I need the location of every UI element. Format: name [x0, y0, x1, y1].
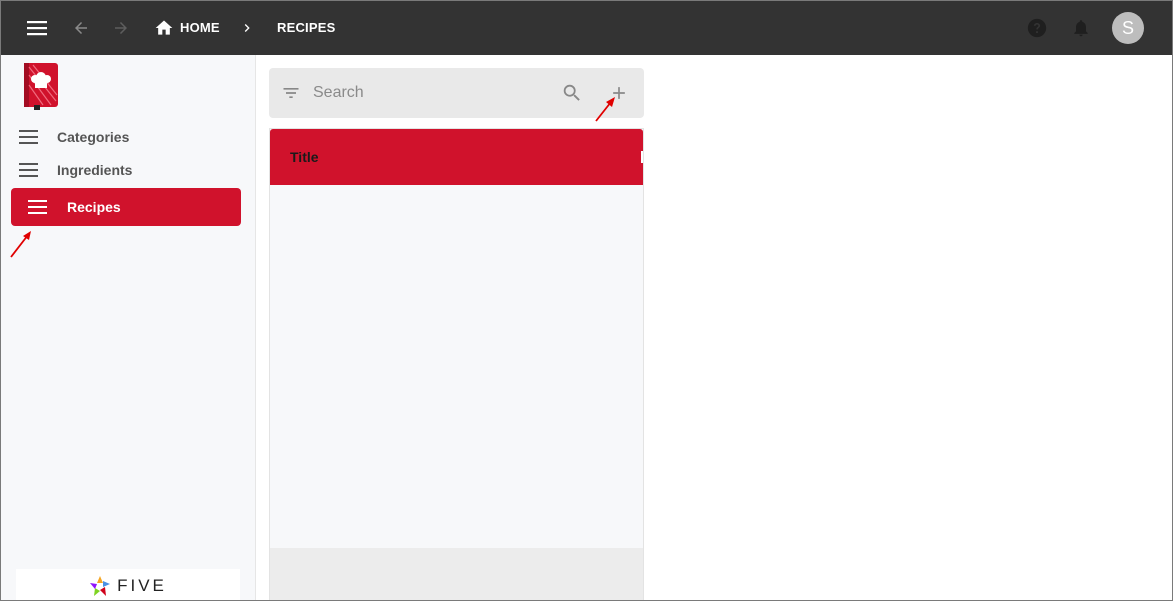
header-edge-marker — [641, 151, 643, 163]
sidebar-item-categories[interactable]: Categories — [11, 120, 241, 154]
list-footer — [270, 548, 643, 600]
arrow-forward-icon[interactable] — [105, 12, 137, 44]
sidebar-item-label: Ingredients — [57, 162, 133, 178]
column-header-title[interactable]: Title — [290, 149, 319, 165]
list-icon — [28, 200, 47, 214]
top-app-bar: HOME RECIPES S — [1, 1, 1172, 55]
help-icon[interactable] — [1021, 12, 1053, 44]
list-header[interactable]: Title — [270, 129, 643, 185]
bell-icon[interactable] — [1065, 12, 1097, 44]
five-logo-icon — [90, 575, 111, 596]
arrow-back-icon[interactable] — [65, 12, 97, 44]
home-icon[interactable] — [148, 12, 180, 44]
avatar[interactable]: S — [1112, 12, 1144, 44]
five-brand-footer: FIVE — [16, 569, 240, 600]
sidebar: Categories Ingredients Recipes FIVE — [1, 55, 256, 600]
menu-icon[interactable] — [21, 12, 53, 44]
app-window: HOME RECIPES S Categories Ingredients Re… — [0, 0, 1173, 601]
search-icon[interactable] — [560, 81, 584, 105]
breadcrumb-home[interactable]: HOME — [180, 20, 220, 35]
chevron-right-icon — [231, 12, 263, 44]
filter-icon[interactable] — [279, 81, 303, 105]
records-list: Title — [269, 128, 644, 600]
sidebar-item-label: Recipes — [67, 199, 121, 215]
sidebar-item-recipes[interactable]: Recipes — [11, 188, 241, 226]
breadcrumb-current: RECIPES — [277, 20, 336, 35]
five-wordmark: FIVE — [117, 575, 167, 595]
plus-icon[interactable] — [607, 81, 631, 105]
sidebar-item-label: Categories — [57, 129, 130, 145]
search-bar — [269, 68, 644, 118]
recipe-book-logo — [21, 61, 61, 111]
sidebar-item-ingredients[interactable]: Ingredients — [11, 153, 241, 187]
list-icon — [19, 163, 38, 177]
search-input[interactable] — [313, 81, 543, 105]
list-icon — [19, 130, 38, 144]
